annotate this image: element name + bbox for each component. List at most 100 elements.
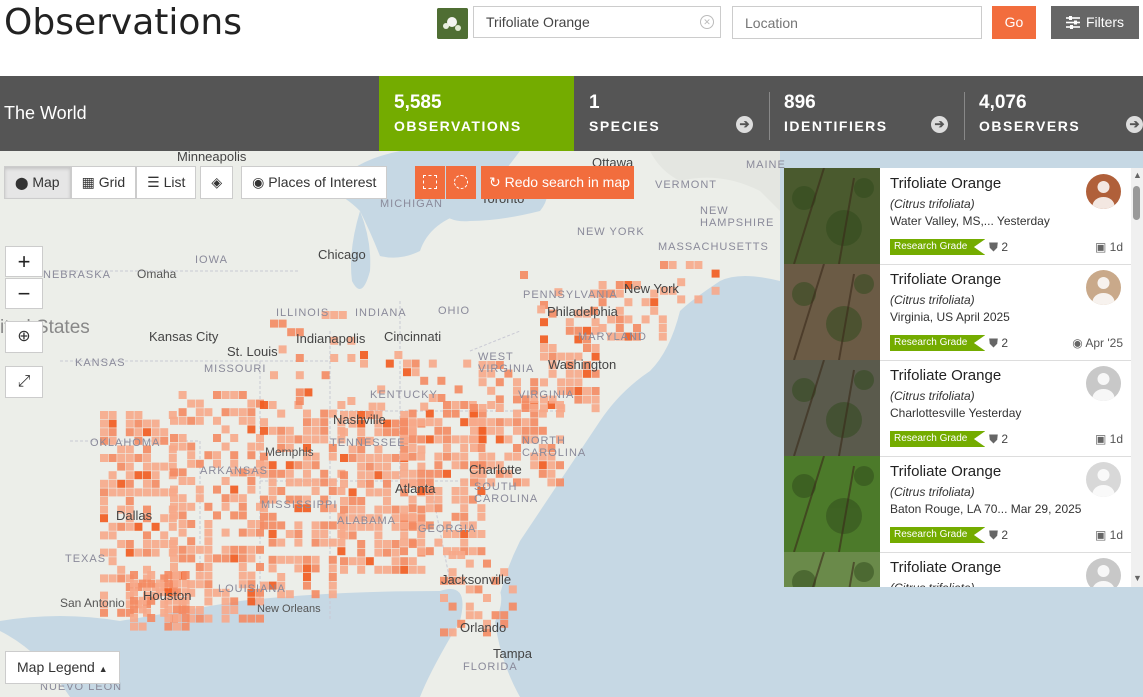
heatmap-cell	[230, 408, 239, 417]
observation-name[interactable]: Trifoliate Orange	[890, 559, 1001, 576]
observer-avatar[interactable]	[1086, 558, 1121, 587]
heatmap-cell	[504, 418, 513, 427]
zoom-in-button[interactable]: +	[5, 246, 43, 277]
arrow-right-icon[interactable]: ➔	[736, 116, 753, 133]
grid-icon: ▦	[81, 174, 95, 190]
heatmap-cell	[178, 494, 187, 503]
arrow-right-icon[interactable]: ➔	[931, 116, 948, 133]
go-button[interactable]: Go	[992, 6, 1036, 39]
observation-photo[interactable]	[784, 359, 880, 457]
location-input[interactable]	[732, 6, 982, 39]
heatmap-cell	[448, 602, 457, 611]
heatmap-cell	[130, 588, 138, 597]
filters-button[interactable]: Filters	[1051, 6, 1139, 39]
heatmap-cell	[277, 409, 286, 418]
heatmap-cell	[247, 425, 256, 434]
clear-icon[interactable]: ✕	[700, 15, 714, 29]
heatmap-cell	[195, 485, 204, 494]
heatmap-cell	[295, 397, 304, 405]
heatmap-cell	[478, 426, 487, 435]
scroll-up-icon[interactable]: ▲	[1133, 170, 1142, 180]
observation-photo[interactable]	[784, 551, 880, 587]
scrollbar-thumb[interactable]	[1133, 186, 1140, 220]
map-legend-label: Map Legend	[17, 659, 95, 675]
heatmap-cell	[247, 485, 256, 494]
heatmap-cell	[360, 351, 368, 359]
heatmap-cell	[173, 605, 181, 614]
scrollbar[interactable]: ▲ ▼	[1131, 168, 1143, 587]
observation-photo[interactable]	[784, 168, 880, 265]
observation-name[interactable]: Trifoliate Orange	[890, 271, 1001, 288]
heatmap-cell	[565, 378, 574, 387]
list-view-label: List	[163, 174, 186, 190]
observation-card[interactable]: Trifoliate Orange (Citrus trifoliata) Virg…	[784, 263, 1131, 361]
observation-card[interactable]: Trifoliate Orange (Citrus trifoliata) Char…	[784, 359, 1131, 457]
observation-name[interactable]: Trifoliate Orange	[890, 367, 1001, 384]
layers-icon: ◈	[211, 174, 223, 190]
observation-scientific-name: (Citrus trifoliata)	[890, 485, 975, 499]
heatmap-cell	[178, 408, 187, 417]
observation-photo[interactable]	[784, 455, 880, 553]
heatmap-cell	[170, 416, 178, 425]
scroll-down-icon[interactable]: ▼	[1133, 573, 1142, 583]
heatmap-cell	[383, 505, 391, 514]
rectangle-select-button[interactable]	[415, 166, 445, 199]
observer-avatar[interactable]	[1086, 174, 1121, 209]
map-label-oklahoma: OKLAHOMA	[90, 437, 161, 449]
observation-age: ▣ 1d	[1095, 240, 1123, 254]
heatmap-cell	[434, 469, 443, 478]
heatmap-cell	[434, 495, 443, 504]
observation-name[interactable]: Trifoliate Orange	[890, 463, 1001, 480]
circle-select-button[interactable]	[446, 166, 476, 199]
heatmap-cell	[547, 469, 556, 478]
heatmap-cell	[178, 554, 187, 563]
stat-species[interactable]: 1 SPECIES ➔	[574, 76, 769, 151]
heatmap-cell	[117, 479, 126, 488]
heatmap-cell	[365, 462, 374, 471]
map-view-button[interactable]: ⬤ Map	[4, 166, 71, 199]
heatmap-cell	[328, 564, 337, 573]
heatmap-cell	[448, 551, 457, 559]
observation-card[interactable]: Trifoliate Orange (Citrus trifoliata)	[784, 551, 1131, 587]
heatmap-cell	[238, 391, 247, 399]
observer-avatar[interactable]	[1086, 462, 1121, 497]
map-label-omaha: Omaha	[137, 267, 177, 281]
observation-card[interactable]: Trifoliate Orange (Citrus trifoliata) Bato…	[784, 455, 1131, 553]
heatmap-cell	[391, 565, 400, 574]
places-of-interest-button[interactable]: ◉ Places of Interest	[241, 166, 388, 199]
heatmap-cell	[374, 540, 383, 548]
heatmap-cell	[537, 305, 546, 314]
taxon-search-input[interactable]: Trifoliate Orange ✕	[473, 6, 721, 38]
observation-name[interactable]: Trifoliate Orange	[890, 175, 1001, 192]
heatmap-cell	[328, 487, 337, 495]
observer-avatar[interactable]	[1086, 270, 1121, 305]
heatmap-cell	[178, 391, 187, 399]
heatmap-cell	[391, 454, 400, 462]
observer-avatar[interactable]	[1086, 366, 1121, 401]
layers-button[interactable]: ◈	[200, 166, 234, 199]
stat-observations[interactable]: 5,585 OBSERVATIONS	[379, 76, 574, 151]
observation-age-value: 1d	[1109, 240, 1123, 254]
heatmap-cell	[565, 326, 574, 335]
fullscreen-button[interactable]: ⤢	[5, 366, 43, 398]
stat-observers[interactable]: 4,076 OBSERVERS ➔	[964, 76, 1143, 151]
stat-identifiers[interactable]: 896 IDENTIFIERS ➔	[769, 76, 964, 151]
observation-photo[interactable]	[784, 263, 880, 361]
locate-button[interactable]: ⊕	[5, 321, 43, 353]
redo-search-button[interactable]: ↻ Redo search in map	[481, 166, 634, 199]
grid-view-button[interactable]: ▦ Grid	[70, 166, 137, 199]
heatmap-cell	[187, 545, 196, 554]
map-label-nashville: Nashville	[333, 412, 386, 427]
heatmap-cell	[204, 528, 213, 537]
heatmap-cell	[495, 426, 504, 435]
heatmap-cell	[400, 418, 408, 427]
map-legend-button[interactable]: Map Legend ▲	[5, 651, 120, 684]
observation-card[interactable]: Trifoliate Orange (Citrus trifoliata) Wate…	[784, 168, 1131, 265]
heatmap-cell	[178, 468, 187, 477]
heatmap-cell	[500, 611, 509, 620]
zoom-out-button[interactable]: −	[5, 278, 43, 309]
list-view-button[interactable]: ☰ List	[136, 166, 197, 199]
heatmap-cell	[460, 538, 469, 547]
arrow-right-icon[interactable]: ➔	[1126, 116, 1143, 133]
heatmap-cell	[151, 548, 160, 557]
